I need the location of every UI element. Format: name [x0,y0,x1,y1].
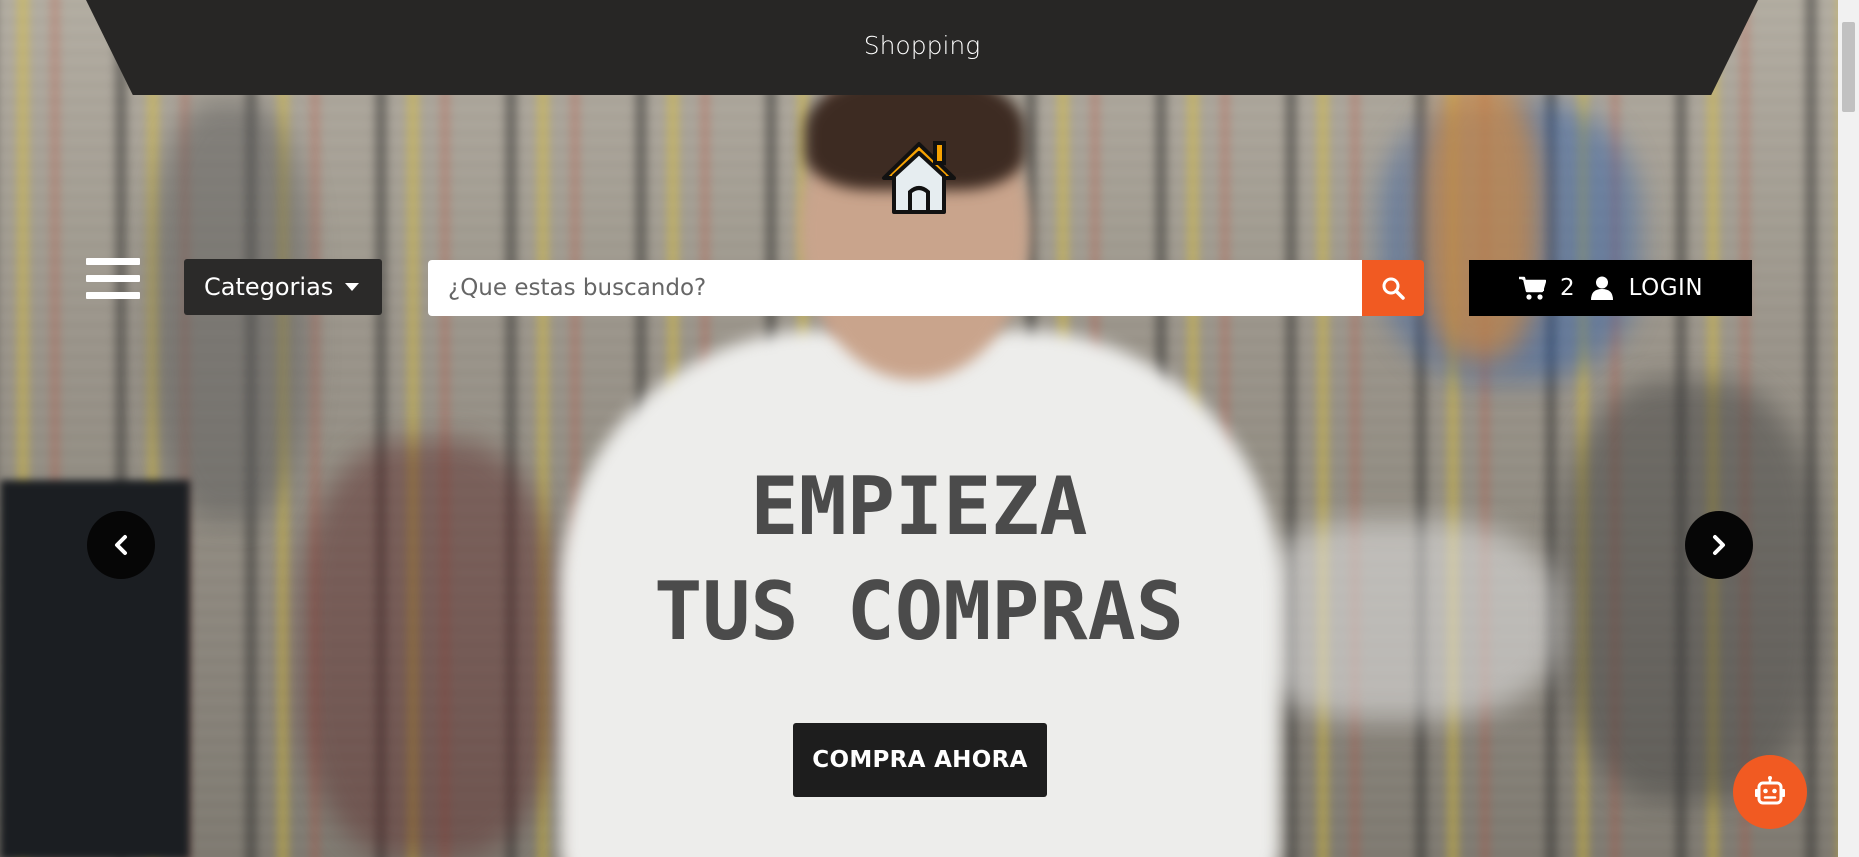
user-panel: 2 LOGIN [1469,260,1752,316]
search-input[interactable] [428,260,1362,316]
categories-label: Categorias [204,273,334,301]
house-icon[interactable] [880,138,958,218]
search-icon [1382,277,1405,300]
scrollbar-thumb[interactable] [1842,22,1855,112]
search-bar [428,260,1424,316]
site-title: Shopping [863,31,981,60]
robot-icon [1755,776,1785,805]
top-banner: Shopping [86,0,1758,95]
hero-headline-line2: TUS COMPRAS [654,565,1184,658]
caret-down-icon [345,283,360,291]
user-icon[interactable] [1590,276,1613,300]
cart-count: 2 [1559,275,1575,301]
login-link[interactable]: LOGIN [1629,275,1703,301]
cart-icon[interactable] [1518,275,1546,301]
page-scrollbar[interactable] [1838,0,1859,857]
menu-button[interactable] [86,258,140,304]
shop-now-button[interactable]: COMPRA AHORA [793,723,1047,797]
categories-dropdown[interactable]: Categorias [184,259,382,315]
hero-headline-line1: EMPIEZA [750,460,1088,553]
search-button[interactable] [1362,260,1424,316]
chatbot-button[interactable] [1733,755,1807,829]
